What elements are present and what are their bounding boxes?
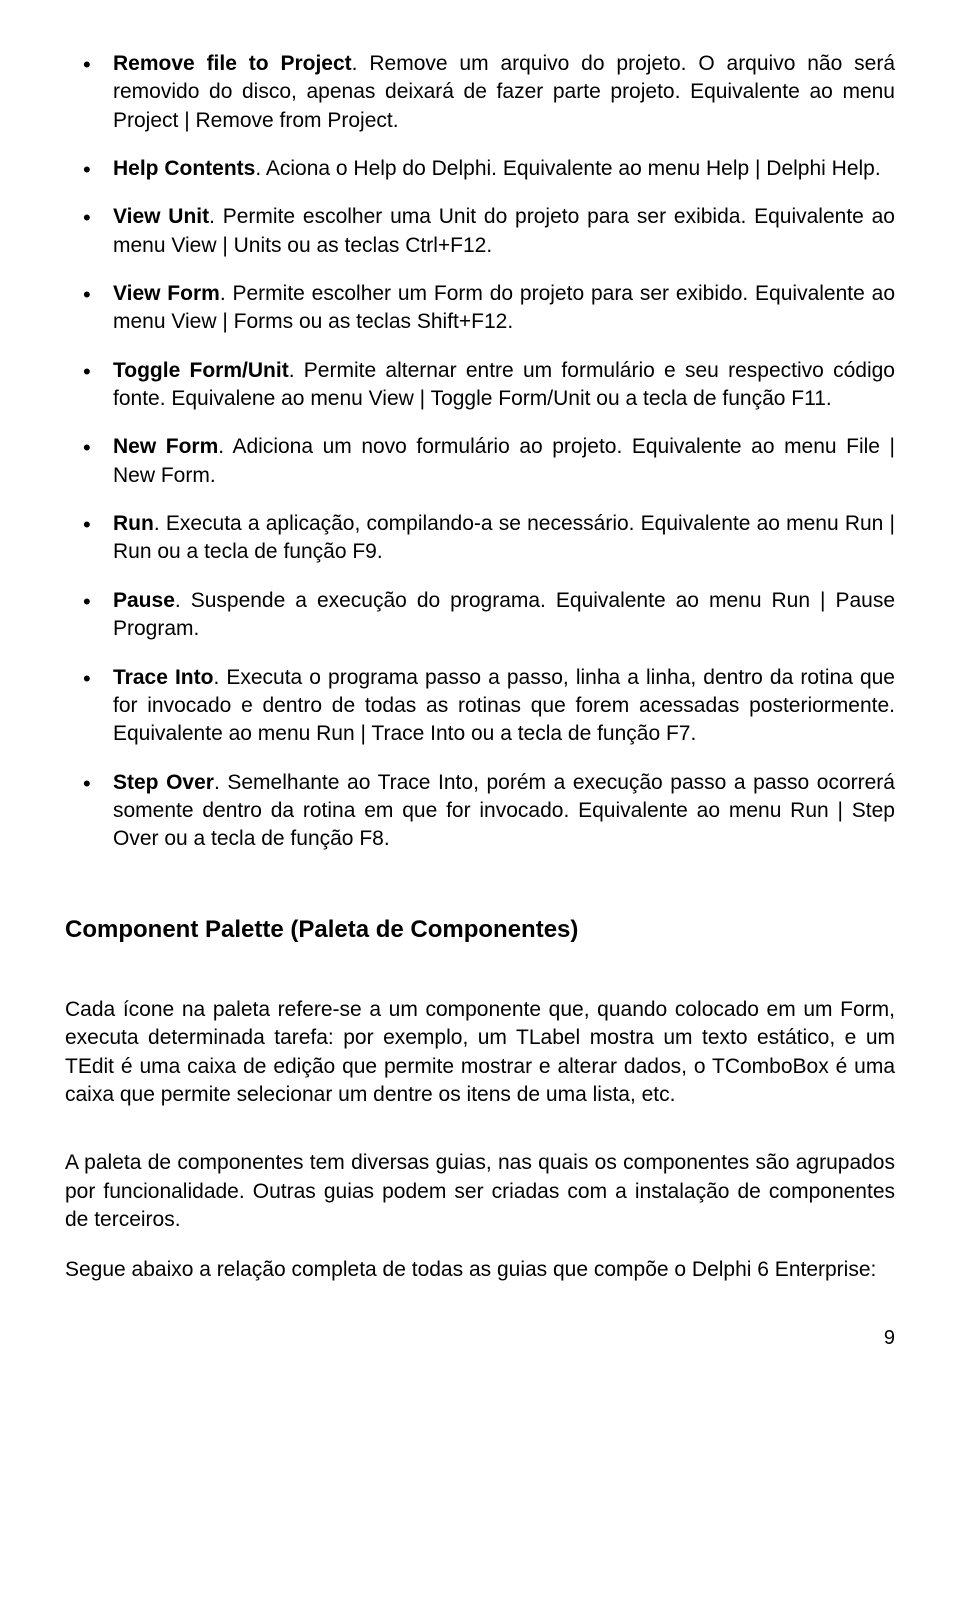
list-item: Trace Into. Executa o programa passo a p… [65, 664, 895, 749]
bullet-list: Remove file to Project. Remove um arquiv… [65, 50, 895, 854]
item-text: . Permite escolher um Form do projeto pa… [113, 282, 895, 333]
list-item: Run. Executa a aplicação, compilando-a s… [65, 510, 895, 567]
paragraph: Segue abaixo a relação completa de todas… [65, 1256, 895, 1284]
list-item: Remove file to Project. Remove um arquiv… [65, 50, 895, 135]
item-title: New Form [113, 435, 218, 458]
item-text: . Executa a aplicação, compilando-a se n… [113, 512, 895, 563]
page-number: 9 [65, 1325, 895, 1352]
item-title: Remove file to Project [113, 52, 352, 75]
item-title: Trace Into [113, 666, 213, 689]
item-text: . Permite escolher uma Unit do projeto p… [113, 205, 895, 256]
paragraph: A paleta de componentes tem diversas gui… [65, 1149, 895, 1234]
item-text: . Executa o programa passo a passo, linh… [113, 666, 895, 746]
list-item: New Form. Adiciona um novo formulário ao… [65, 433, 895, 490]
item-title: Toggle Form/Unit [113, 359, 289, 382]
item-title: View Unit [113, 205, 209, 228]
item-text: . Semelhante ao Trace Into, porém a exec… [113, 771, 895, 851]
item-title: Pause [113, 589, 175, 612]
item-text: . Aciona o Help do Delphi. Equivalente a… [255, 157, 880, 180]
item-text: . Adiciona um novo formulário ao projeto… [113, 435, 895, 486]
section-heading: Component Palette (Paleta de Componentes… [65, 914, 895, 946]
list-item: Step Over. Semelhante ao Trace Into, por… [65, 769, 895, 854]
paragraph: Cada ícone na paleta refere-se a um comp… [65, 996, 895, 1109]
item-title: Step Over [113, 771, 214, 794]
list-item: Help Contents. Aciona o Help do Delphi. … [65, 155, 895, 183]
item-title: Run [113, 512, 154, 535]
item-title: Help Contents [113, 157, 255, 180]
list-item: Pause. Suspende a execução do programa. … [65, 587, 895, 644]
item-title: View Form [113, 282, 220, 305]
list-item: Toggle Form/Unit. Permite alternar entre… [65, 357, 895, 414]
list-item: View Form. Permite escolher um Form do p… [65, 280, 895, 337]
item-text: . Suspende a execução do programa. Equiv… [113, 589, 895, 640]
list-item: View Unit. Permite escolher uma Unit do … [65, 203, 895, 260]
